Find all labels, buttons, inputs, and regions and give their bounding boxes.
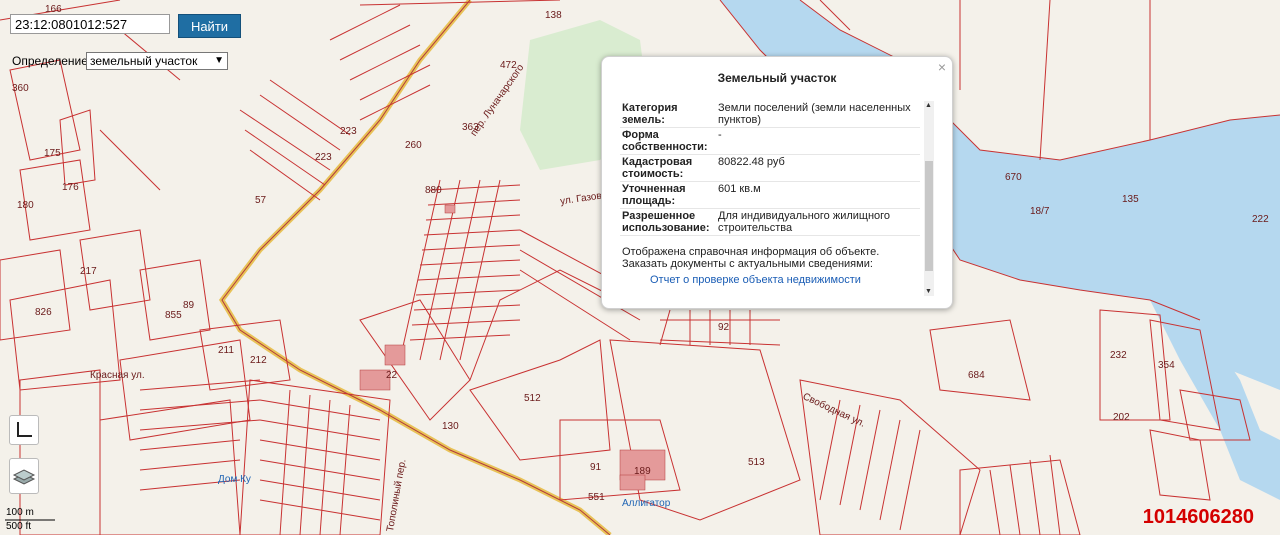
layers-icon [12, 469, 36, 485]
parcel-label: 202 [1113, 412, 1130, 423]
parcel-label: 880 [425, 185, 442, 196]
ruler-icon [17, 422, 32, 437]
definition-label: Определение: [12, 54, 92, 68]
info-note: Отображена справочная информация об объе… [622, 246, 880, 270]
find-button[interactable]: Найти [178, 14, 241, 38]
parcel-label: 130 [442, 421, 459, 432]
parcel-label: 175 [44, 148, 61, 159]
parcel-label: 363 [462, 122, 479, 133]
parcel-label: 222 [1252, 214, 1269, 225]
definition-select-value: земельный участок [90, 54, 198, 68]
layers-button[interactable] [9, 458, 39, 494]
parcel-label: 472 [500, 60, 517, 71]
parcel-label: 22 [386, 370, 398, 381]
parcel-label: 260 [405, 140, 422, 151]
parcel-label: 217 [80, 266, 97, 277]
parcel-info-popup: Земельный участок × Категория земель: Зем… [601, 56, 953, 309]
parcel-label: 212 [250, 355, 267, 366]
report-link[interactable]: Отчет о проверке объекта недвижимости [620, 274, 920, 286]
parcel-label: 91 [590, 462, 602, 473]
info-value: 601 кв.м [718, 183, 761, 195]
info-row: Уточненная площадь: 601 кв.м [620, 182, 920, 209]
parcel-label: 180 [17, 200, 34, 211]
parcel-label: 360 [12, 83, 29, 94]
info-value: Для индивидуального жилищного строительс… [718, 210, 891, 234]
scroll-down-icon[interactable]: ▼ [925, 288, 932, 295]
cadastral-search-input[interactable]: 23:12:0801012:527 [10, 14, 170, 34]
scroll-up-icon[interactable]: ▲ [925, 102, 932, 109]
listing-code: 1014606280 [1142, 506, 1254, 528]
parcel-label: 670 [1005, 172, 1022, 183]
parcel-label: 232 [1110, 350, 1127, 361]
info-key: Форма собственности: [622, 129, 708, 153]
parcel-label: 138 [545, 10, 562, 21]
info-row: Форма собственности: - [620, 128, 920, 155]
parcel-label: 92 [718, 322, 730, 333]
chevron-down-icon: ▼ [214, 55, 224, 66]
parcel-label: 57 [255, 195, 267, 206]
parcel-label: 684 [968, 370, 985, 381]
parcel-label: 89 [183, 300, 195, 311]
parcel-label: 223 [315, 152, 332, 163]
parcel-label: 855 [165, 310, 182, 321]
info-key: Уточненная площадь: [622, 183, 686, 207]
info-row: Разрешенное использование: Для индивидуал… [620, 209, 920, 236]
info-value: Земли поселений (земли населенных пункто… [718, 102, 911, 126]
street-label: Красная ул. [90, 370, 145, 381]
info-row: Категория земель: Земли поселений (земли … [620, 101, 920, 128]
scale-bar [5, 519, 55, 521]
scale-meters: 100 m [6, 507, 34, 518]
parcel-label: 18/7 [1030, 206, 1050, 217]
parcel-label: 826 [35, 307, 52, 318]
info-row: Кадастровая стоимость: 80822.48 руб [620, 155, 920, 182]
info-value: 80822.48 руб [718, 156, 785, 168]
parcel-label: 513 [748, 457, 765, 468]
info-key: Категория земель: [622, 102, 678, 126]
scale-feet: 500 ft [6, 521, 32, 532]
scroll-thumb[interactable] [925, 161, 933, 271]
info-key: Кадастровая стоимость: [622, 156, 693, 180]
measure-tool-button[interactable] [9, 415, 39, 445]
parcel-label: 189 [634, 466, 651, 477]
parcel-label: 223 [340, 126, 357, 137]
info-value: - [718, 129, 722, 141]
popup-scrollbar[interactable]: ▲ ▼ [924, 101, 934, 296]
parcel-label: 354 [1158, 360, 1175, 371]
parcel-label: 512 [524, 393, 541, 404]
parcel-label: 211 [218, 345, 234, 356]
definition-select[interactable]: земельный участок ▼ [86, 52, 228, 70]
popup-body: Категория земель: Земли поселений (земли … [620, 101, 920, 297]
parcel-label: 135 [1122, 194, 1139, 205]
close-icon[interactable]: × [938, 59, 946, 75]
parcel-label: 551 [588, 492, 605, 503]
poi-label: Дом Ку [218, 474, 251, 485]
info-key: Разрешенное использование: [622, 210, 710, 234]
popup-title: Земельный участок [717, 71, 837, 85]
parcel-label: 176 [62, 182, 79, 193]
poi-label: Аллигатор [622, 498, 671, 509]
